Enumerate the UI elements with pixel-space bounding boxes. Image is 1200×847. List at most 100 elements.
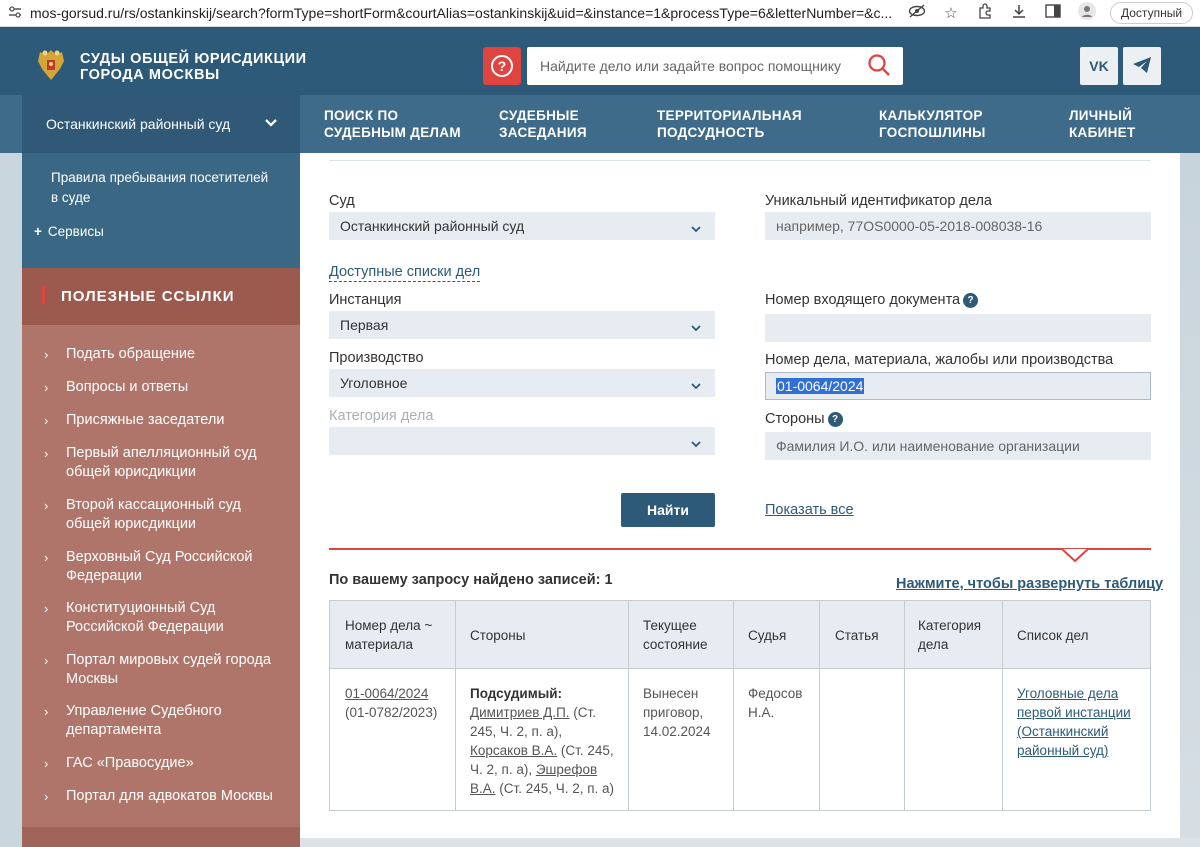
- proceeding-select-value: Уголовное: [340, 375, 408, 391]
- brand-line-1: СУДЫ ОБЩЕЙ ЮРИСДИКЦИИ: [80, 51, 307, 67]
- results-table: Номер дела ~ материала Стороны Текущее с…: [329, 600, 1151, 811]
- address-bar[interactable]: mos-gorsud.ru/rs/ostankinskij/search?for…: [30, 5, 900, 21]
- category-label: Категория дела: [329, 408, 434, 424]
- expand-table-link[interactable]: Нажмите, чтобы развернуть таблицу: [896, 576, 1163, 592]
- nav-fee-calculator-line1: КАЛЬКУЛЯТОР: [879, 108, 983, 123]
- column-divider: [455, 601, 456, 810]
- sidepanel-icon[interactable]: [1036, 4, 1070, 22]
- uid-input[interactable]: например, 77OS0000-05-2018-008038-16: [765, 212, 1151, 240]
- nav-jurisdiction[interactable]: ТЕРРИТОРИАЛЬНАЯ ПОДСУДНОСТЬ: [657, 107, 802, 141]
- useful-links-title: ПОЛЕЗНЫЕ ССЫЛКИ: [61, 288, 235, 305]
- telegram-button[interactable]: [1123, 47, 1161, 85]
- case-list-link[interactable]: Уголовные дела: [1017, 686, 1118, 701]
- chevron-down-icon[interactable]: [1061, 548, 1089, 568]
- judge-line: Федосов: [748, 686, 803, 701]
- case-number-link[interactable]: 01-0064/2024: [345, 686, 428, 701]
- site-settings-icon[interactable]: [0, 5, 30, 21]
- nav-fee-calculator[interactable]: КАЛЬКУЛЯТОР ГОСПОШЛИНЫ: [879, 107, 986, 141]
- available-lists-link[interactable]: Доступные списки дел: [329, 264, 481, 282]
- court-label: Суд: [329, 193, 355, 209]
- case-number-input[interactable]: 01-0064/2024: [765, 372, 1151, 400]
- parties-input[interactable]: Фамилия И.О. или наименование организаци…: [765, 432, 1151, 460]
- useful-links-list: › Подать обращение › Вопросы и ответы › …: [22, 325, 300, 827]
- party-link[interactable]: Корсаков В.А.: [470, 743, 557, 758]
- nav-personal-account-line2: КАБИНЕТ: [1069, 125, 1136, 140]
- proceeding-label: Производство: [329, 350, 424, 366]
- table-row-list: Уголовные дела первой инстанции (Останки…: [1017, 684, 1131, 760]
- sidebar-bottom: [22, 827, 300, 847]
- header-line: Категория: [918, 618, 982, 633]
- incoming-doc-label-text: Номер входящего документа: [765, 292, 961, 308]
- category-select[interactable]: [329, 427, 715, 455]
- state-line: приговор,: [643, 705, 704, 720]
- bookmark-star-icon[interactable]: ☆: [934, 4, 968, 22]
- link-label: Первый апелляционный суд: [66, 445, 257, 461]
- show-all-link[interactable]: Показать все: [765, 502, 854, 518]
- sidebar-item-visitor-rules[interactable]: Правила пребывания посетителей в суде: [51, 168, 268, 208]
- vk-icon: VK: [1089, 58, 1109, 74]
- search-input[interactable]: [527, 58, 847, 74]
- help-question-icon[interactable]: ?: [827, 411, 843, 427]
- vk-button[interactable]: VK: [1080, 47, 1118, 85]
- proceeding-select[interactable]: Уголовное: [329, 369, 715, 397]
- header-divider: [330, 668, 1150, 669]
- material-number: (01-0782/2023): [345, 705, 438, 720]
- eye-off-icon[interactable]: [900, 4, 934, 22]
- party-article: (Ст. 245, Ч. 2, п. а): [495, 781, 615, 796]
- help-question-icon[interactable]: ?: [963, 292, 979, 308]
- column-header-number[interactable]: Номер дела ~ материала: [345, 616, 432, 654]
- search-icon[interactable]: [867, 53, 891, 82]
- case-list-link[interactable]: районный суд): [1017, 743, 1108, 758]
- uid-placeholder: например, 77OS0000-05-2018-008038-16: [776, 218, 1043, 234]
- court-select[interactable]: Останкинский районный суд: [329, 212, 715, 240]
- question-icon: ?: [491, 55, 513, 77]
- case-number-label: Номер дела, материала, жалобы или произв…: [765, 352, 1114, 368]
- link-label-line2: департамента: [66, 722, 162, 738]
- site-brand[interactable]: СУДЫ ОБЩЕЙ ЮРИСДИКЦИИ ГОРОДА МОСКВЫ: [80, 51, 307, 83]
- results-count: По вашему запросу найдено записей: 1: [329, 572, 613, 588]
- sidebar-item-services[interactable]: + Сервисы: [34, 222, 104, 242]
- incoming-doc-label: Номер входящего документа?: [765, 292, 979, 308]
- state-line: 14.02.2024: [643, 724, 711, 739]
- chevron-right-icon: ›: [44, 653, 49, 668]
- party-link[interactable]: Эшрефов: [536, 762, 597, 777]
- column-header-judge: Судья: [748, 628, 787, 643]
- chevron-right-icon: ›: [44, 380, 49, 395]
- uid-label: Уникальный идентификатор дела: [765, 193, 992, 209]
- party-link[interactable]: Димитриев Д.П.: [470, 705, 570, 720]
- header-line: Текущее: [643, 618, 697, 633]
- useful-links-header: ПОЛЕЗНЫЕ ССЫЛКИ: [22, 268, 300, 325]
- brand-line-2: ГОРОДА МОСКВЫ: [80, 67, 220, 83]
- link-label: Второй кассационный суд: [66, 497, 241, 513]
- column-divider: [733, 601, 734, 810]
- party-link[interactable]: В.А.: [470, 781, 496, 796]
- state-line: Вынесен: [643, 686, 699, 701]
- download-icon[interactable]: [1002, 3, 1036, 23]
- link-label: ГАС «Правосудие»: [66, 755, 194, 771]
- nav-case-search-line2: СУДЕБНЫМ ДЕЛАМ: [324, 125, 461, 140]
- accessibility-button[interactable]: Доступный: [1110, 2, 1194, 24]
- extensions-icon[interactable]: [968, 3, 1002, 23]
- nav-personal-account[interactable]: ЛИЧНЫЙ КАБИНЕТ: [1069, 107, 1136, 141]
- nav-jurisdiction-line2: ПОДСУДНОСТЬ: [657, 125, 765, 140]
- header-line: дела: [918, 637, 949, 652]
- profile-avatar-icon[interactable]: [1070, 1, 1104, 25]
- instance-select[interactable]: Первая: [329, 311, 715, 339]
- link-label: Присяжные заседатели: [66, 412, 225, 428]
- find-button[interactable]: Найти: [621, 493, 715, 527]
- column-divider: [904, 601, 905, 810]
- chevron-right-icon: ›: [44, 601, 49, 616]
- results-divider: [329, 548, 1151, 550]
- nav-hearings[interactable]: СУДЕБНЫЕ ЗАСЕДАНИЯ: [499, 107, 587, 141]
- chevron-down-icon: [691, 220, 701, 236]
- parties-label-text: Стороны: [765, 411, 825, 427]
- case-list-link[interactable]: первой инстанции: [1017, 705, 1131, 720]
- coat-of-arms-logo[interactable]: [34, 47, 68, 83]
- case-list-link[interactable]: (Останкинский: [1017, 724, 1108, 739]
- nav-case-search[interactable]: ПОИСК ПО СУДЕБНЫМ ДЕЛАМ: [324, 107, 461, 141]
- party-article: Ч. 2, п. а),: [470, 762, 536, 777]
- incoming-doc-input[interactable]: [765, 314, 1151, 342]
- help-button[interactable]: ?: [483, 47, 521, 85]
- link-label: Портал мировых судей города: [66, 652, 271, 668]
- court-selector[interactable]: Останкинский районный суд: [22, 95, 300, 153]
